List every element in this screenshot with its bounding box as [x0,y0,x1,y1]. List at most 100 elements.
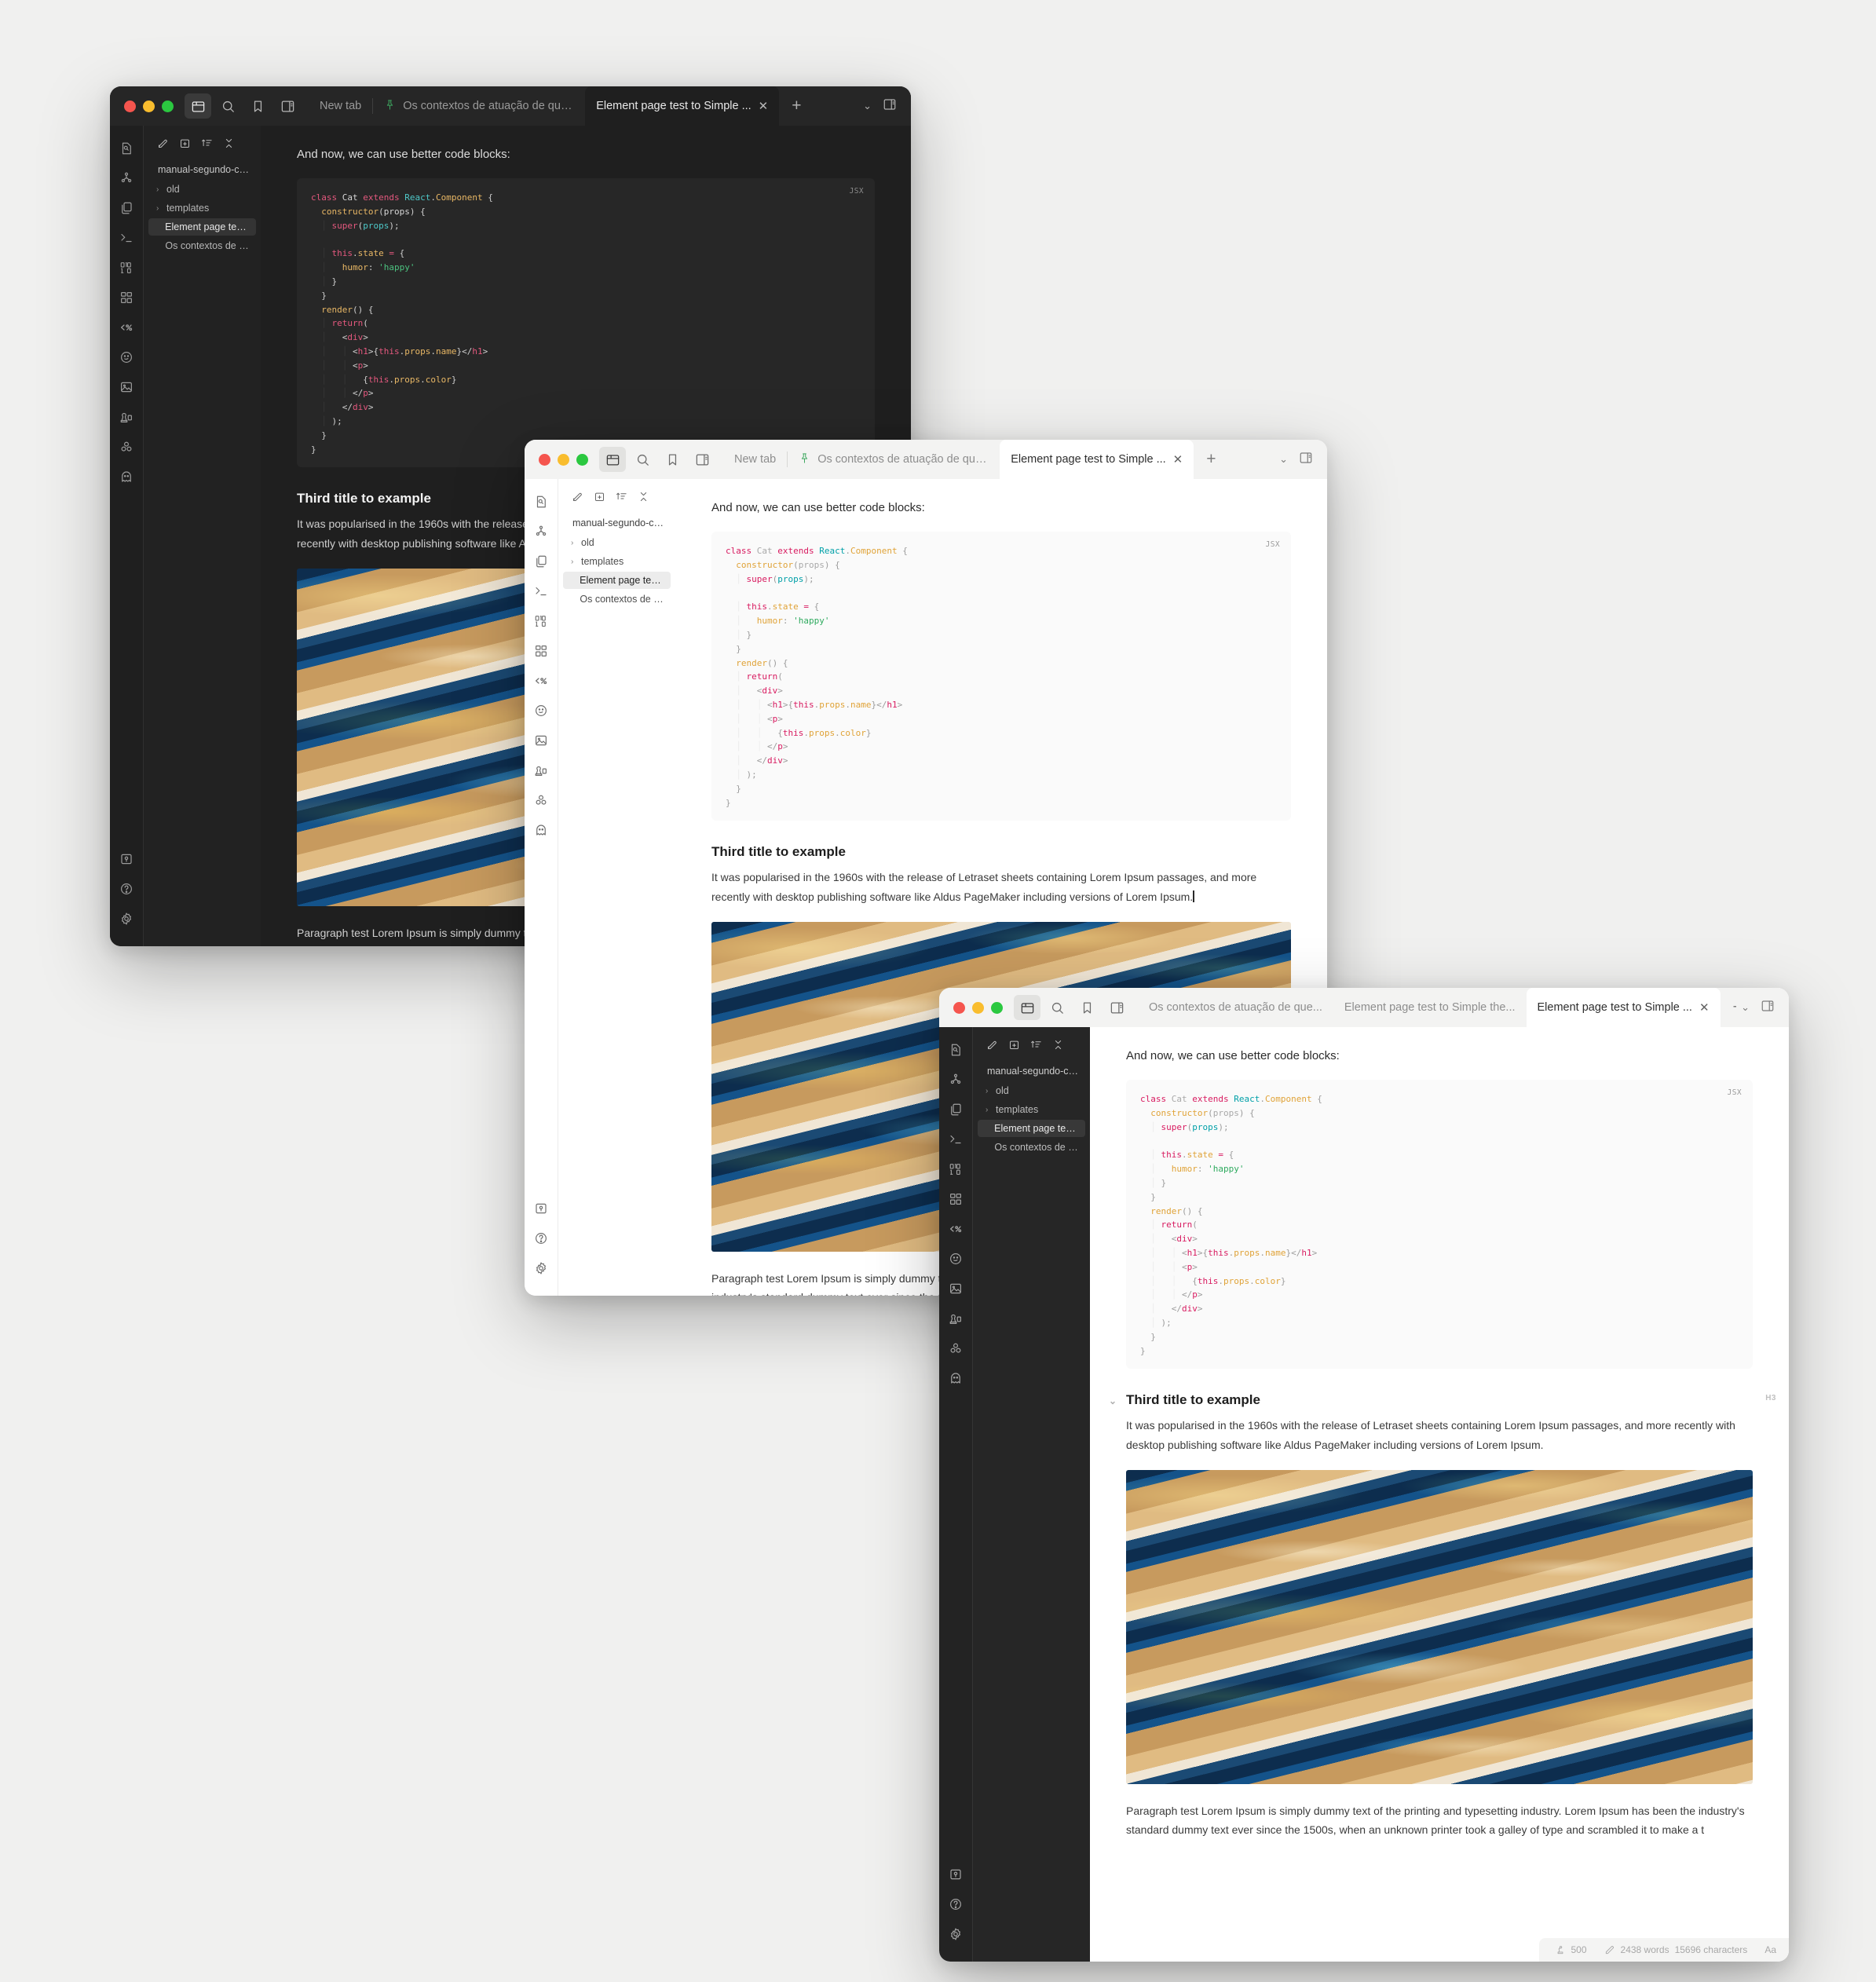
close-window-button[interactable] [953,1001,965,1014]
blocks-icon[interactable] [944,1337,967,1360]
settings-icon[interactable] [115,907,138,931]
graph-icon[interactable] [115,166,138,190]
stamp-icon[interactable] [944,1307,967,1330]
tab[interactable]: New tab [309,86,372,126]
bookmark-icon[interactable] [659,447,686,472]
file-tree-item[interactable]: › templates [148,199,256,217]
terminal-icon[interactable] [944,1128,967,1151]
file-tree-item[interactable]: Os contextos de atuaç... [563,591,671,608]
sort-icon[interactable] [1026,1035,1045,1054]
file-tree-item[interactable]: Element page test to Si... [563,572,671,589]
terminal-icon[interactable] [529,580,553,603]
ghost-icon[interactable] [529,818,553,842]
maximize-window-button[interactable] [576,453,588,466]
smiley-icon[interactable] [529,699,553,722]
panel-icon[interactable] [1103,995,1130,1020]
help-icon[interactable] [944,1892,967,1916]
new-note-icon[interactable] [153,133,172,152]
search-icon[interactable] [1044,995,1070,1020]
stamp-icon[interactable] [115,405,138,429]
collapse-icon[interactable] [219,133,238,152]
right-sidebar-toggle-icon[interactable] [1299,451,1313,469]
image-icon[interactable] [529,729,553,752]
code-percent-icon[interactable] [529,669,553,693]
window-mixed[interactable]: Os contextos de atuação de que... Element… [939,988,1789,1962]
collapse-icon[interactable] [1048,1035,1067,1054]
bookmark-icon[interactable] [244,93,271,119]
tab[interactable]: Element page test to Simple ... ✕ [585,86,780,126]
grid-icon[interactable] [944,1187,967,1211]
new-note-icon[interactable] [568,487,587,506]
document-pane[interactable]: And now, we can use better code blocks: J… [1090,1027,1789,1962]
chevron-right-icon[interactable]: › [156,204,163,213]
file-search-icon[interactable] [115,137,138,160]
chevron-right-icon[interactable]: › [986,1106,992,1114]
file-tree-item[interactable]: Os contextos de atuaç... [978,1139,1085,1156]
inline-image[interactable] [1126,1469,1753,1784]
panel-icon[interactable] [274,93,301,119]
chevron-down-icon[interactable]: ⌄ [1741,1001,1750,1014]
word-count-status[interactable]: 2438 words 15696 characters [1604,1944,1747,1955]
folder-icon[interactable] [185,93,211,119]
terminal-icon[interactable] [115,226,138,250]
chevron-right-icon[interactable]: › [571,558,577,566]
close-window-button[interactable] [539,453,550,466]
chevron-down-icon[interactable]: ⌄ [1279,453,1288,466]
code-percent-icon[interactable] [115,316,138,339]
graph-icon[interactable] [529,520,553,543]
search-icon[interactable] [214,93,241,119]
chevron-right-icon[interactable]: › [156,185,163,194]
minimize-window-button[interactable] [143,100,155,112]
search-icon[interactable] [629,447,656,472]
panel-icon[interactable] [689,447,715,472]
copy-icon[interactable] [529,550,553,573]
file-tree-item[interactable]: › old [148,181,256,198]
copy-icon[interactable] [944,1098,967,1121]
vault-key-icon[interactable] [529,1197,553,1220]
file-tree-item[interactable]: Element page test to Si... [978,1120,1085,1137]
tab[interactable]: Os contextos de atuação de que... [373,86,585,126]
folder-icon[interactable] [1014,995,1040,1020]
right-sidebar-toggle-icon[interactable] [883,97,897,115]
file-search-icon[interactable] [944,1038,967,1062]
vault-key-icon[interactable] [944,1863,967,1886]
image-icon[interactable] [944,1277,967,1300]
pin-icon[interactable] [384,99,396,114]
tab[interactable]: Element page test to Simple the... [1333,988,1527,1027]
collapse-icon[interactable] [634,487,653,506]
image-icon[interactable] [115,375,138,399]
tab[interactable]: Os contextos de atuação de que... [788,440,1000,479]
minimize-window-button[interactable] [972,1001,984,1014]
binary-icon[interactable] [944,1157,967,1181]
file-tree-item[interactable]: Os contextos de atuaç... [148,237,256,254]
file-tree-item[interactable]: › templates [978,1101,1085,1118]
maximize-window-button[interactable] [991,1001,1003,1014]
graph-icon[interactable] [944,1068,967,1092]
settings-icon[interactable] [944,1922,967,1946]
bookmark-icon[interactable] [1073,995,1100,1020]
tab-close-icon[interactable]: ✕ [1173,454,1183,466]
ghost-icon[interactable] [115,465,138,488]
help-icon[interactable] [529,1227,553,1250]
window-controls[interactable] [110,86,185,126]
window-controls[interactable] [939,988,1014,1027]
file-tree-item[interactable]: › old [563,534,671,551]
file-tree-item[interactable]: › templates [563,553,671,570]
window-controls[interactable] [525,440,599,479]
settings-icon[interactable] [529,1256,553,1280]
code-percent-icon[interactable] [944,1217,967,1241]
pin-icon[interactable] [799,452,810,467]
smiley-icon[interactable] [115,346,138,369]
new-note-icon[interactable] [982,1035,1001,1054]
file-tree-item[interactable]: Element page test to Si... [148,218,256,236]
tab[interactable]: Element page test to Simple ... ✕ [1526,988,1721,1027]
smiley-icon[interactable] [944,1247,967,1271]
stamp-icon[interactable] [529,759,553,782]
ghost-icon[interactable] [944,1366,967,1390]
grid-icon[interactable] [115,286,138,309]
chevron-right-icon[interactable]: › [986,1087,992,1095]
tab[interactable]: Os contextos de atuação de que... [1138,988,1333,1027]
sort-icon[interactable] [612,487,631,506]
font-size-status[interactable]: Aa [1764,1944,1776,1955]
sort-icon[interactable] [197,133,216,152]
